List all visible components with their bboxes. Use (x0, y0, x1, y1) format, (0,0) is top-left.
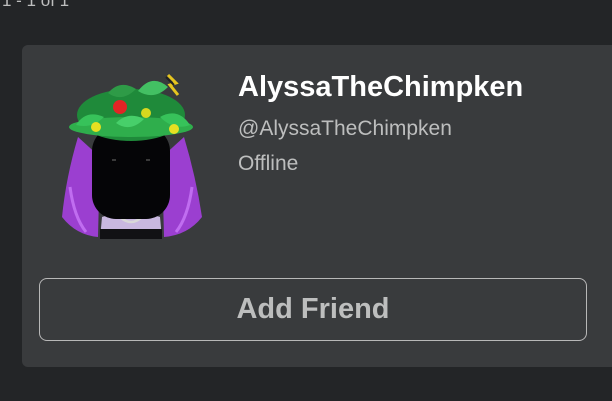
username: @AlyssaTheChimpken (238, 117, 452, 140)
display-name[interactable]: AlyssaTheChimpken (238, 70, 523, 104)
user-info: AlyssaTheChimpken @AlyssaTheChimpken Off… (238, 70, 523, 177)
avatar-headshot-icon[interactable] (56, 67, 206, 247)
user-card[interactable]: AlyssaTheChimpken @AlyssaTheChimpken Off… (22, 45, 612, 367)
add-friend-button[interactable]: Add Friend (39, 278, 587, 341)
presence-status: Offline (238, 152, 299, 175)
results-count: 1 - 1 of 1 (2, 0, 70, 10)
